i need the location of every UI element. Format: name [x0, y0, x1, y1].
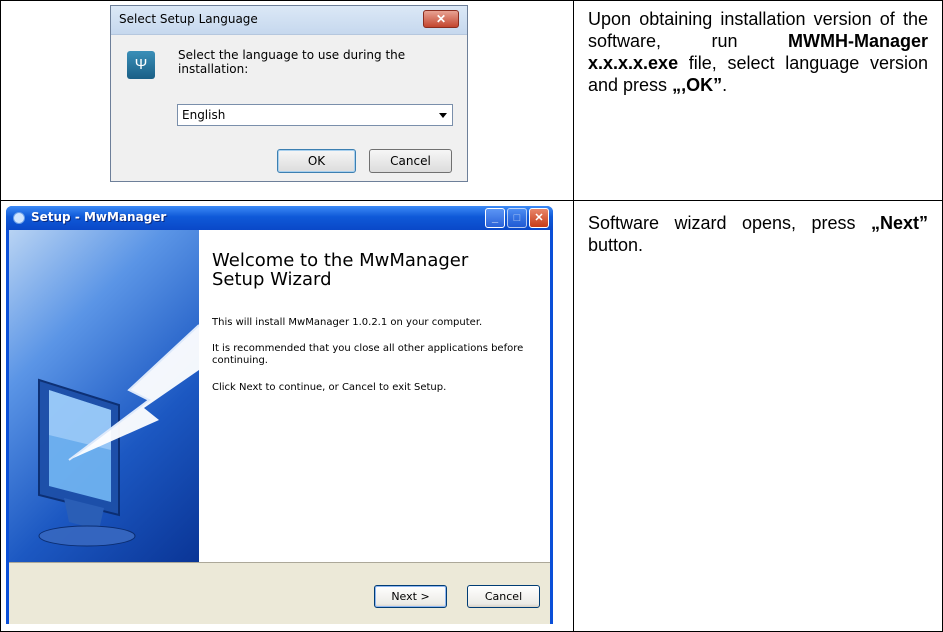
minimize-icon[interactable]: _	[485, 208, 505, 228]
language-value: English	[182, 108, 226, 122]
table-border-row	[0, 200, 943, 201]
dialog-title: Select Setup Language	[119, 12, 258, 26]
chevron-down-icon[interactable]	[439, 113, 447, 118]
step1-instruction: Upon obtaining installation version of t…	[588, 8, 928, 96]
table-border-left	[0, 0, 1, 632]
table-border-top	[0, 0, 943, 1]
wizard-footer: Next > Cancel	[9, 562, 550, 624]
wizard-title-bar: Setup - MwManager _ □ ✕	[6, 206, 553, 230]
wizard-heading-line1: Welcome to the MwManager	[212, 250, 469, 271]
setup-icon	[13, 212, 25, 224]
close-icon[interactable]: ✕	[423, 10, 459, 28]
wizard-recommend-text: It is recommended that you close all oth…	[212, 343, 524, 366]
close-icon[interactable]: ✕	[529, 208, 549, 228]
wizard-title: Setup - MwManager	[31, 210, 167, 224]
ok-button[interactable]: OK	[277, 149, 356, 173]
step1-text-c: .	[722, 75, 728, 95]
wizard-banner	[9, 230, 199, 562]
step2-instruction: Software wizard opens, press „Next” butt…	[588, 212, 928, 256]
next-button[interactable]: Next >	[374, 585, 447, 608]
step2-next-ref: „Next”	[870, 213, 928, 233]
wizard-body: Welcome to the MwManager Setup Wizard Th…	[9, 230, 550, 624]
setup-wizard-dialog: Setup - MwManager _ □ ✕ Welcome to the M…	[6, 206, 553, 624]
step1-ok-ref: „,OK”	[672, 75, 723, 95]
wizard-content: Welcome to the MwManager Setup Wizard Th…	[199, 230, 550, 562]
maximize-icon[interactable]: □	[507, 208, 527, 228]
wizard-heading: Welcome to the MwManager Setup Wizard	[212, 251, 468, 289]
select-language-dialog: Select Setup Language ✕ Ψ Select the lan…	[110, 5, 468, 182]
language-prompt: Select the language to use during the in…	[178, 48, 406, 76]
wizard-install-text: This will install MwManager 1.0.2.1 on y…	[212, 317, 483, 328]
wizard-continue-text: Click Next to continue, or Cancel to exi…	[212, 382, 447, 393]
computer-arrow-illustration	[38, 324, 199, 547]
language-select[interactable]: English	[177, 104, 453, 126]
table-border-middle	[573, 0, 574, 632]
setup-icon: Ψ	[127, 51, 155, 79]
step2-text-b: button.	[588, 235, 644, 255]
cancel-button[interactable]: Cancel	[467, 585, 540, 608]
step2-text-a: Software wizard opens, press	[588, 213, 871, 233]
dialog-title-bar: Select Setup Language ✕	[111, 6, 467, 35]
wizard-heading-line2: Setup Wizard	[212, 269, 332, 290]
cancel-button[interactable]: Cancel	[369, 149, 452, 173]
